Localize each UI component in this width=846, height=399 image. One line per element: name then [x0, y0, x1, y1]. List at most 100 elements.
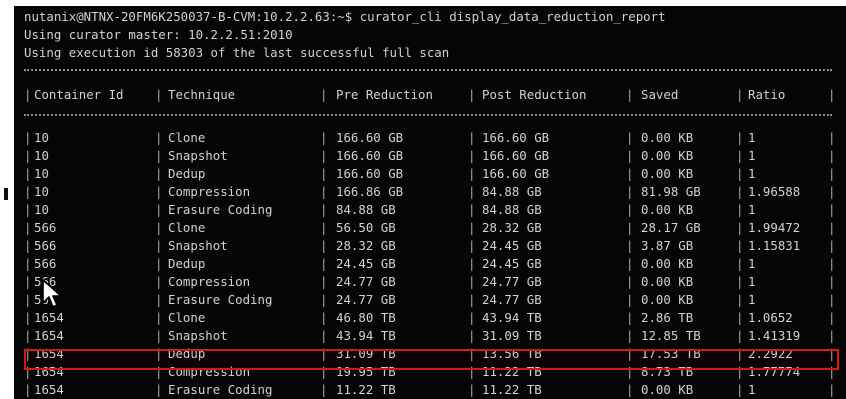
cell-pre-reduction: 56.50 GB — [336, 220, 396, 235]
cell-post-reduction: 28.32 GB — [482, 220, 542, 235]
table-row: | 10 | Clone | 166.60 GB | 166.60 GB | 0.00 KB | 1 | — [24, 129, 836, 147]
cell-technique: Clone — [168, 310, 206, 325]
separator: | — [626, 148, 634, 163]
separator: | — [828, 184, 836, 199]
cell-ratio: 1 — [748, 292, 756, 307]
cell-ratio: 1.41319 — [748, 328, 801, 343]
separator: | — [736, 87, 744, 102]
cell-pre-reduction: 166.60 GB — [336, 148, 404, 163]
separator: | — [155, 166, 163, 181]
separator: | — [626, 310, 634, 325]
separator: | — [828, 130, 836, 145]
cell-ratio: 1 — [748, 166, 756, 181]
table-row: | 10 | Snapshot | 166.60 GB | 166.60 GB | 0.00 KB… — [24, 147, 836, 165]
separator: | — [155, 202, 163, 217]
cell-ratio: 1 — [748, 202, 756, 217]
separator: | — [626, 256, 634, 271]
table-row: |566|Erasure Coding|24.77 GB|24.77 GB|0.… — [24, 291, 836, 309]
cell-pre-reduction: 24.77 GB — [336, 274, 396, 289]
separator: | — [155, 148, 163, 163]
cell-post-reduction: 166.60 GB — [482, 166, 550, 181]
separator: | — [24, 274, 32, 289]
separator: | — [24, 202, 32, 217]
cell-post-reduction: 24.77 GB — [482, 292, 542, 307]
separator: | — [320, 130, 328, 145]
separator: | — [320, 274, 328, 289]
cell-post-reduction: 84.88 GB — [482, 202, 542, 217]
cell-container-id: 10 — [34, 202, 49, 217]
cell-pre-reduction: 24.45 GB — [336, 256, 396, 271]
separator: | — [468, 292, 476, 307]
cell-pre-reduction: 11.22 TB — [336, 382, 396, 397]
cell-pre-reduction: 28.32 GB — [336, 238, 396, 253]
cell-saved: 0.00 KB — [641, 274, 694, 289]
cell-saved: 0.00 KB — [641, 382, 694, 397]
cell-technique: Clone — [168, 220, 206, 235]
cell-post-reduction: 24.45 GB — [482, 238, 542, 253]
separator: | — [24, 310, 32, 325]
separator: | — [320, 382, 328, 397]
cell-container-id: 1654 — [34, 328, 64, 343]
separator: | — [626, 328, 634, 343]
separator: | — [24, 328, 32, 343]
table-row: | 1654 | Erasure Coding | 11.22 TB | 11.22 TB | 0… — [24, 381, 836, 399]
separator: | — [468, 87, 476, 102]
separator: | — [626, 130, 634, 145]
cell-technique: Dedup — [168, 256, 206, 271]
separator: | — [468, 274, 476, 289]
cell-container-id: 566 — [34, 220, 57, 235]
separator: | — [736, 220, 744, 235]
cell-saved: 0.00 KB — [641, 148, 694, 163]
separator: | — [736, 148, 744, 163]
cell-technique: Snapshot — [168, 328, 228, 343]
cell-saved: 12.85 TB — [641, 328, 701, 343]
separator: | — [468, 166, 476, 181]
separator: | — [468, 220, 476, 235]
cell-post-reduction: 24.45 GB — [482, 256, 542, 271]
cell-technique: Erasure Coding — [168, 292, 273, 307]
cell-saved: 0.00 KB — [641, 130, 694, 145]
separator: | — [736, 328, 744, 343]
separator: | — [320, 292, 328, 307]
cell-technique: Compression — [168, 184, 251, 199]
separator: | — [626, 238, 634, 253]
cell-technique: Snapshot — [168, 148, 228, 163]
separator: | — [155, 310, 163, 325]
cell-pre-reduction: 84.88 GB — [336, 202, 396, 217]
separator: | — [320, 310, 328, 325]
separator: | — [155, 274, 163, 289]
table-row: | 10 | Compression | 166.86 GB | 84.88 GB | 81.98… — [24, 183, 836, 201]
separator: | — [155, 328, 163, 343]
separator: | — [736, 256, 744, 271]
cell-post-reduction: 43.94 TB — [482, 310, 542, 325]
separator: | — [736, 202, 744, 217]
cell-saved: 0.00 KB — [641, 166, 694, 181]
cell-container-id: 10 — [34, 166, 49, 181]
header-technique: Technique — [168, 87, 236, 102]
table-header-border — [24, 114, 832, 116]
cell-container-id: 10 — [34, 130, 49, 145]
cell-container-id: 1654 — [34, 310, 64, 325]
execution-id-line: Using execution id 58303 of the last suc… — [24, 45, 450, 60]
cell-technique: Dedup — [168, 166, 206, 181]
separator: | — [320, 220, 328, 235]
separator: | — [828, 382, 836, 397]
cell-ratio: 1 — [748, 382, 756, 397]
terminal-window[interactable]: nutanix@NTNX-20FM6K250037-B-CVM:10.2.2.6… — [14, 6, 846, 399]
separator: | — [155, 184, 163, 199]
separator: | — [468, 148, 476, 163]
separator: | — [828, 87, 836, 102]
command-prompt-line: nutanix@NTNX-20FM6K250037-B-CVM:10.2.2.6… — [24, 9, 666, 24]
curator-master-line: Using curator master: 10.2.2.51:2010 — [24, 27, 293, 42]
separator: | — [24, 87, 32, 102]
cell-technique: Erasure Coding — [168, 382, 273, 397]
separator: | — [736, 238, 744, 253]
table-row: |566|Compression|24.77 GB|24.77 GB|0.00 … — [24, 273, 836, 291]
separator: | — [24, 256, 32, 271]
cell-pre-reduction: 43.94 TB — [336, 328, 396, 343]
header-container-id: Container Id — [34, 87, 124, 102]
separator: | — [468, 328, 476, 343]
cell-ratio: 1 — [748, 148, 756, 163]
cell-post-reduction: 31.09 TB — [482, 328, 542, 343]
separator: | — [736, 274, 744, 289]
